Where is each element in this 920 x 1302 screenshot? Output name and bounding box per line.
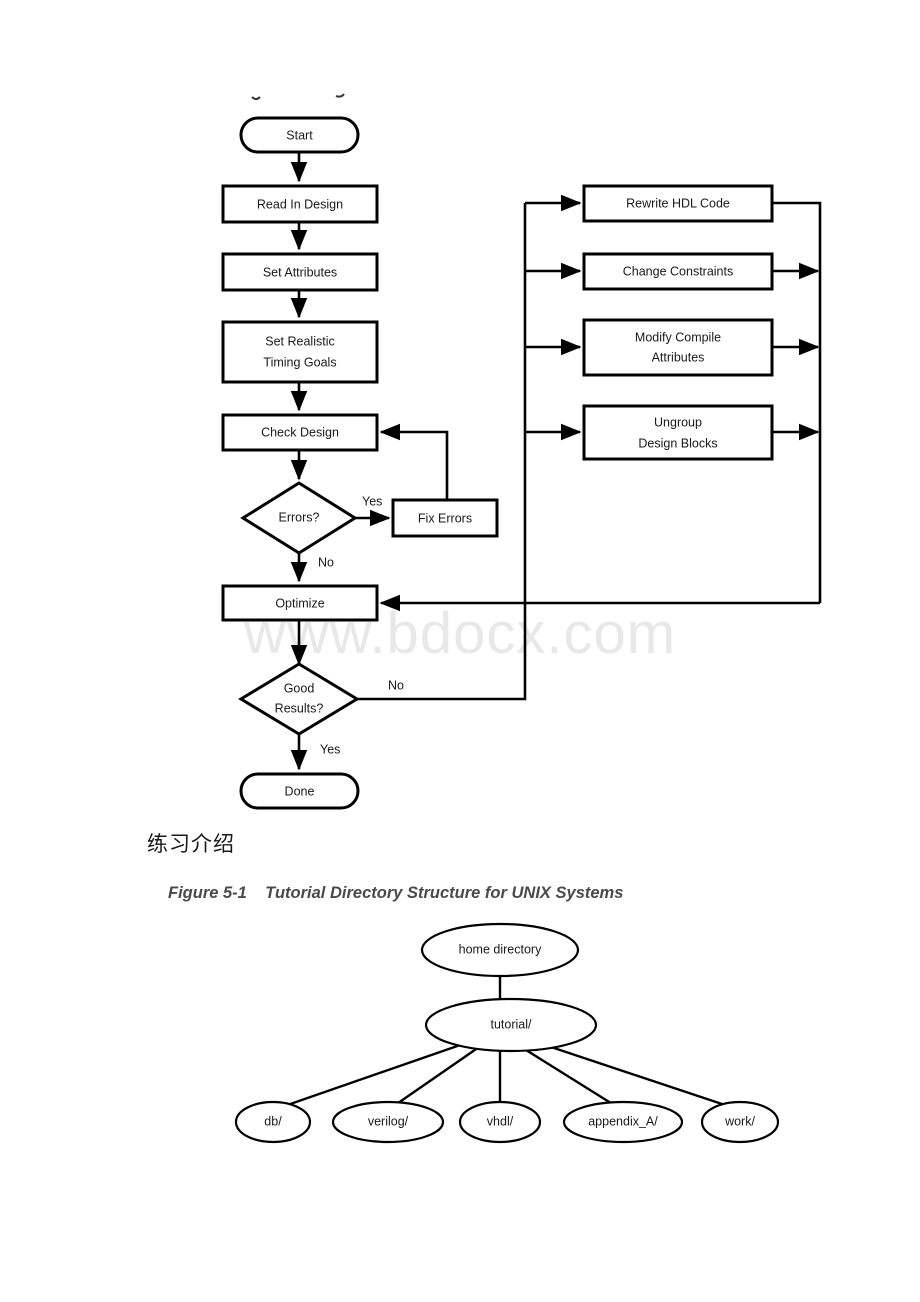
tree-node-verilog[interactable]: verilog/ — [331, 1100, 445, 1144]
node-read-in-design-label: Read In Design — [257, 197, 343, 211]
node-modify-compile-attributes-label-line2: Attributes — [652, 350, 705, 364]
compile-flowchart: Start Read In Design Set Attributes Set … — [221, 93, 822, 810]
decision-errors-label: Errors? — [279, 510, 320, 524]
node-start[interactable]: Start — [239, 116, 360, 154]
decision-good-results[interactable]: Good Results? — [238, 662, 360, 736]
node-set-realistic-timing-goals-label-line1: Set Realistic — [265, 334, 334, 348]
node-change-constraints-label: Change Constraints — [623, 264, 733, 278]
node-rewrite-hdl-code-label: Rewrite HDL Code — [626, 196, 730, 210]
node-set-attributes[interactable]: Set Attributes — [221, 252, 379, 292]
node-modify-compile-attributes-label-line1: Modify Compile — [635, 330, 721, 344]
node-start-label: Start — [286, 128, 313, 142]
node-set-realistic-timing-goals-label-line2: Timing Goals — [263, 355, 336, 369]
node-done-label: Done — [285, 784, 315, 798]
tree-node-work[interactable]: work/ — [700, 1100, 780, 1144]
node-set-attributes-label: Set Attributes — [263, 265, 337, 279]
edge-label-good-results-yes: Yes — [320, 742, 340, 756]
tree-node-tutorial[interactable]: tutorial/ — [424, 997, 598, 1053]
decision-good-results-label-line1: Good — [284, 681, 315, 695]
decision-good-results-label-line2: Results? — [275, 701, 324, 715]
tree-node-vhdl[interactable]: vhdl/ — [458, 1100, 542, 1144]
edge-label-good-results-no: No — [388, 678, 404, 692]
tree-node-appendix-a-label: appendix_A/ — [588, 1114, 658, 1128]
node-optimize-label: Optimize — [275, 596, 324, 610]
edge-label-errors-no: No — [318, 555, 334, 569]
tree-node-db-label: db/ — [264, 1114, 282, 1128]
node-ungroup-design-blocks-label-line1: Ungroup — [654, 415, 702, 429]
node-done[interactable]: Done — [239, 772, 360, 810]
directory-tree-diagram: home directory tutorial/ db/ verilog/ vh… — [234, 922, 780, 1144]
node-check-design[interactable]: Check Design — [221, 413, 379, 452]
node-modify-compile-attributes[interactable]: Modify Compile Attributes — [582, 318, 774, 377]
edge-label-errors-yes: Yes — [362, 494, 382, 508]
section-heading-chinese: 练习介绍 — [147, 832, 235, 856]
node-read-in-design[interactable]: Read In Design — [221, 184, 379, 224]
figure-caption: Figure 5-1 Tutorial Directory Structure … — [168, 884, 624, 902]
tree-node-tutorial-label: tutorial/ — [491, 1017, 533, 1031]
decision-errors[interactable]: Errors? — [240, 481, 358, 555]
tree-node-vhdl-label: vhdl/ — [487, 1114, 514, 1128]
node-check-design-label: Check Design — [261, 425, 339, 439]
node-ungroup-design-blocks-label-line2: Design Blocks — [638, 436, 717, 450]
tree-node-appendix-a[interactable]: appendix_A/ — [562, 1100, 684, 1144]
node-optimize[interactable]: Optimize — [221, 584, 379, 622]
node-ungroup-design-blocks[interactable]: Ungroup Design Blocks — [582, 404, 774, 461]
node-change-constraints[interactable]: Change Constraints — [582, 252, 774, 291]
node-fix-errors-label: Fix Errors — [418, 511, 472, 525]
tree-node-db[interactable]: db/ — [234, 1100, 312, 1144]
node-rewrite-hdl-code[interactable]: Rewrite HDL Code — [582, 184, 774, 223]
tree-node-home-directory-label: home directory — [459, 942, 542, 956]
tree-node-verilog-label: verilog/ — [368, 1114, 409, 1128]
tree-node-home-directory[interactable]: home directory — [420, 922, 580, 978]
node-set-realistic-timing-goals[interactable]: Set Realistic Timing Goals — [221, 320, 379, 384]
tree-node-work-label: work/ — [724, 1114, 755, 1128]
node-fix-errors[interactable]: Fix Errors — [391, 498, 499, 538]
clipped-text-remnant — [251, 93, 345, 100]
page-canvas: www.bdocx.com Start Read In Design Set A… — [0, 0, 920, 1302]
